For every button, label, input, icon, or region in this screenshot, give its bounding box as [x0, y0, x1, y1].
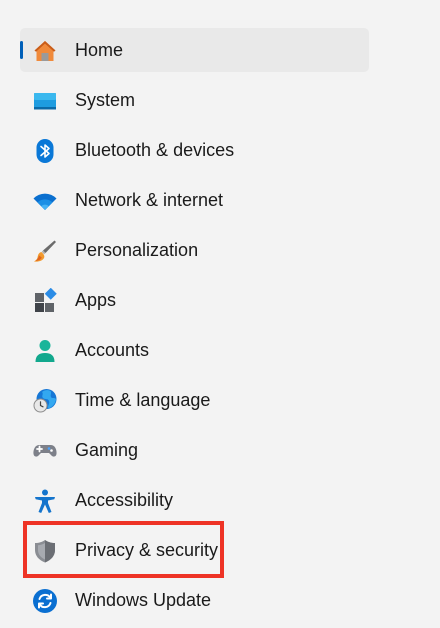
globe-clock-icon — [32, 388, 58, 414]
nav-item-label: Apps — [75, 290, 117, 310]
nav-item-label: Personalization — [75, 240, 199, 260]
shield-icon — [32, 538, 58, 564]
nav-item-system[interactable]: System — [20, 78, 369, 122]
bluetooth-icon — [32, 138, 58, 164]
accessibility-icon — [32, 488, 58, 514]
nav-item-label: Network & internet — [75, 190, 224, 210]
nav-item-label: Accounts — [75, 340, 150, 360]
apps-icon — [32, 288, 58, 314]
system-icon — [32, 88, 58, 114]
home-icon — [32, 38, 58, 64]
selection-indicator — [20, 41, 23, 59]
nav-item-accounts[interactable]: Accounts — [20, 328, 369, 372]
nav-item-label: Accessibility — [75, 490, 174, 510]
nav-item-personalization[interactable]: Personalization — [20, 228, 369, 272]
nav-item-label: Bluetooth & devices — [75, 140, 235, 160]
nav-item-windows-update[interactable]: Windows Update — [20, 578, 369, 622]
nav-item-accessibility[interactable]: Accessibility — [20, 478, 369, 522]
nav-item-home[interactable]: Home — [20, 28, 369, 72]
nav-item-label: Windows Update — [75, 590, 212, 610]
nav-item-label: Home — [75, 40, 124, 60]
nav-item-time-language[interactable]: Time & language — [20, 378, 369, 422]
nav-item-label: Privacy & security — [75, 540, 219, 560]
wifi-icon — [32, 188, 58, 214]
nav-item-label: Time & language — [75, 390, 211, 410]
nav-item-network[interactable]: Network & internet — [20, 178, 369, 222]
nav-item-bluetooth[interactable]: Bluetooth & devices — [20, 128, 369, 172]
nav-item-label: System — [75, 90, 136, 110]
nav-item-gaming[interactable]: Gaming — [20, 428, 369, 472]
nav-item-privacy-security[interactable]: Privacy & security — [20, 528, 369, 572]
brush-icon — [32, 238, 58, 264]
gamepad-icon — [32, 438, 58, 464]
accounts-icon — [32, 338, 58, 364]
update-icon — [32, 588, 58, 614]
nav-item-apps[interactable]: Apps — [20, 278, 369, 322]
settings-nav: Home System Bluetooth & devices Network … — [20, 28, 369, 628]
nav-item-label: Gaming — [75, 440, 139, 460]
